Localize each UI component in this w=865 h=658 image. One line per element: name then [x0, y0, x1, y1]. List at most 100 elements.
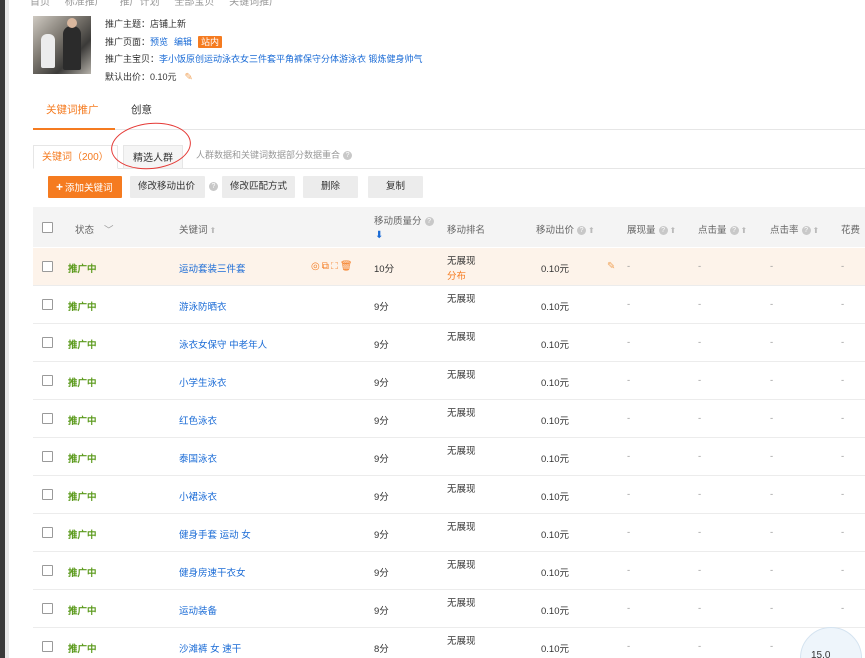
row-keyword[interactable]: 小裙泳衣 — [179, 489, 217, 503]
header-ctr-label: 点击率 — [770, 225, 799, 236]
edit-link[interactable]: 编辑 — [174, 37, 192, 47]
breadcrumb-item[interactable]: 首页 — [30, 0, 50, 8]
row-clicks: - — [698, 527, 702, 538]
header-rank: 移动排名 — [447, 225, 486, 236]
row-keyword[interactable]: 健身房速干衣女 — [179, 565, 246, 579]
breadcrumb-item: 关键词推广 — [229, 0, 280, 8]
row-keyword[interactable]: 小学生泳衣 — [179, 375, 227, 389]
sort-down-icon[interactable]: ⬇ — [375, 230, 383, 241]
help-icon[interactable]: ? — [343, 151, 353, 161]
copy-button[interactable]: 复制 — [368, 176, 423, 198]
tab-selected-crowd[interactable]: 精选人群 — [123, 145, 183, 169]
header-impressions-label: 展现量 — [627, 225, 656, 236]
edit-mobile-bid-button[interactable]: 修改移动出价 — [130, 176, 205, 198]
tab-keywords[interactable]: 关键词（200） — [33, 145, 118, 169]
table-row[interactable]: 推广中 运动装备 9分 无展现 0.10元 - - - - — [33, 590, 865, 628]
row-rank: 无展现 — [447, 598, 476, 609]
add-keyword-button[interactable]: + 添加关键词 — [48, 176, 122, 198]
header-bid[interactable]: 移动出价? ⬆ — [536, 222, 595, 236]
row-impressions: - — [627, 527, 631, 538]
row-quality: 10分 — [374, 264, 395, 275]
header-status-label: 状态 — [75, 225, 95, 236]
trash-icon[interactable]: 🗑 — [340, 261, 355, 272]
row-checkbox[interactable] — [42, 337, 53, 348]
row-keyword[interactable]: 泰国泳衣 — [179, 451, 217, 465]
row-checkbox[interactable] — [42, 527, 53, 538]
table-row[interactable]: 推广中 小裙泳衣 9分 无展现 0.10元 - - - - — [33, 476, 865, 514]
header-keyword[interactable]: 关键词 ⬆ — [179, 222, 216, 236]
row-status: 推广中 — [68, 568, 97, 579]
breadcrumb-item[interactable]: 全部宝贝 — [174, 0, 214, 8]
sub-tabs: 关键词（200） 精选人群 人群数据和关键词数据部分数据重合? — [33, 118, 865, 174]
delete-button[interactable]: 删除 — [303, 176, 358, 198]
chart-icon[interactable]: ⛶ — [331, 261, 340, 272]
header-quality[interactable]: 移动质量分? — [374, 213, 434, 227]
row-impressions: - — [627, 565, 631, 576]
row-keyword[interactable]: 红色泳衣 — [179, 413, 217, 427]
row-checkbox[interactable] — [42, 489, 53, 500]
row-checkbox[interactable] — [42, 641, 53, 652]
row-rank: 无展现 — [447, 294, 476, 305]
row-clicks: - — [698, 565, 702, 576]
row-checkbox[interactable] — [42, 451, 53, 462]
header-clicks-label: 点击量 — [698, 225, 727, 236]
row-keyword[interactable]: 游泳防晒衣 — [179, 299, 227, 313]
row-rank-distribution[interactable]: 分布 — [447, 268, 466, 282]
header-status[interactable]: 状态 ﹀ — [75, 222, 114, 236]
row-quality: 9分 — [374, 454, 389, 465]
row-keyword[interactable]: 泳衣女保守 中老年人 — [179, 337, 267, 351]
tab-keyword-promotion[interactable]: 关键词推广 — [46, 102, 99, 117]
row-keyword[interactable]: 健身手套 运动 女 — [179, 527, 251, 541]
table-row[interactable]: 推广中 健身房速干衣女 9分 无展现 0.10元 - - - - — [33, 552, 865, 590]
table-row[interactable]: 推广中 游泳防晒衣 9分 无展现 0.10元 - - - - — [33, 286, 865, 324]
header-ctr[interactable]: 点击率? ⬆ — [770, 222, 819, 236]
header-clicks[interactable]: 点击量? ⬆ — [698, 222, 747, 236]
edit-match-button[interactable]: 修改匹配方式 — [222, 176, 295, 198]
preview-link[interactable]: 预览 — [150, 37, 168, 47]
row-status: 推广中 — [68, 606, 97, 617]
table-row[interactable]: 推广中 运动套装三件套 ◎⧉⛶🗑 10分 无展现 分布 0.10元 ✎ - - … — [33, 248, 865, 286]
target-icon[interactable]: ◎ — [311, 261, 322, 272]
table-row[interactable]: 推广中 泰国泳衣 9分 无展现 0.10元 - - - - — [33, 438, 865, 476]
table-row[interactable]: 推广中 小学生泳衣 9分 无展现 0.10元 - - - - — [33, 362, 865, 400]
row-status: 推广中 — [68, 454, 97, 465]
row-cost: - — [841, 565, 845, 576]
row-checkbox[interactable] — [42, 565, 53, 576]
breadcrumb-item[interactable]: 标准推广 — [65, 0, 105, 8]
floating-widget-text: 15.0 — [811, 650, 831, 658]
row-checkbox[interactable] — [42, 299, 53, 310]
promo-item-link[interactable]: 李小饭原创运动泳衣女三件套平角裤保守分体游泳衣 锻炼健身帅气 — [159, 54, 423, 64]
row-keyword[interactable]: 运动装备 — [179, 603, 217, 617]
tab-creative[interactable]: 创意 — [131, 102, 152, 117]
table-row[interactable]: 推广中 沙滩裤 女 速干 8分 无展现 0.10元 - - - - — [33, 628, 865, 658]
table-row[interactable]: 推广中 红色泳衣 9分 无展现 0.10元 - - - - — [33, 400, 865, 438]
row-checkbox[interactable] — [42, 413, 53, 424]
header-impressions[interactable]: 展现量? ⬆ — [627, 222, 676, 236]
row-checkbox[interactable] — [42, 261, 53, 272]
row-cost: - — [841, 603, 845, 614]
row-clicks: - — [698, 299, 702, 310]
row-keyword[interactable]: 运动套装三件套 — [179, 261, 246, 275]
pencil-icon[interactable]: ✎ — [607, 261, 615, 272]
row-quality: 8分 — [374, 644, 389, 655]
copy-icon[interactable]: ⧉ — [322, 261, 331, 272]
row-cost: - — [841, 489, 845, 500]
header-cost[interactable]: 花费 — [841, 222, 860, 236]
product-thumbnail[interactable] — [33, 16, 91, 74]
row-keyword[interactable]: 沙滩裤 女 速干 — [179, 641, 241, 655]
help-icon[interactable]: ? — [209, 182, 218, 191]
breadcrumb-item[interactable]: 推广计划 — [120, 0, 160, 8]
select-all-checkbox[interactable] — [42, 222, 53, 233]
table-row[interactable]: 推广中 泳衣女保守 中老年人 9分 无展现 0.10元 - - - - — [33, 324, 865, 362]
row-impressions: - — [627, 261, 631, 272]
promo-theme-label: 推广主题： — [105, 19, 151, 29]
chevron-down-icon: ﹀ — [104, 225, 114, 236]
table-row[interactable]: 推广中 健身手套 运动 女 9分 无展现 0.10元 - - - - — [33, 514, 865, 552]
row-ctr: - — [770, 489, 774, 500]
crowd-note-text: 人群数据和关键词数据部分数据重合 — [196, 150, 341, 160]
pencil-icon[interactable]: ✎ — [185, 69, 193, 87]
row-checkbox[interactable] — [42, 375, 53, 386]
row-ctr: - — [770, 603, 774, 614]
row-impressions: - — [627, 451, 631, 462]
row-checkbox[interactable] — [42, 603, 53, 614]
